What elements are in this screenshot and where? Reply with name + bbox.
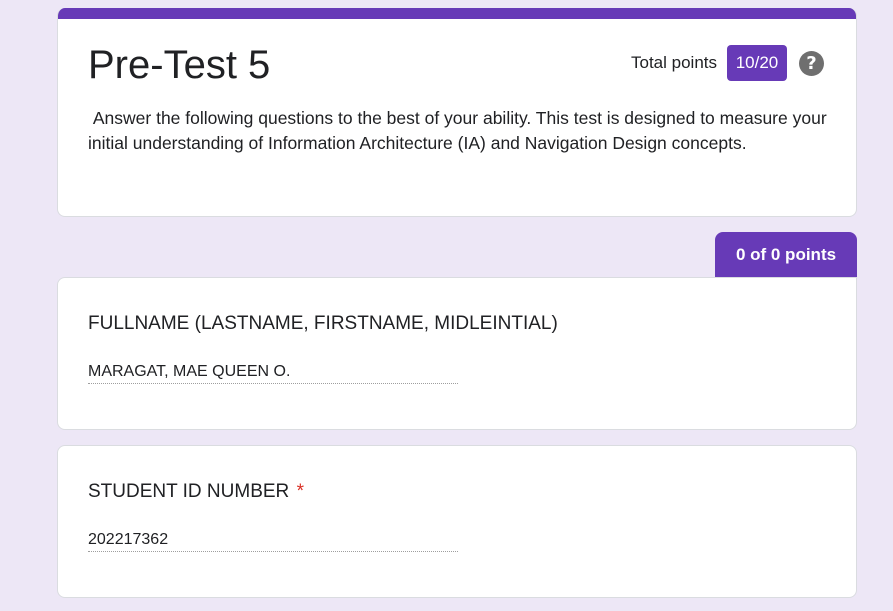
header-accent-bar [58, 8, 856, 19]
question-title: FULLNAME (LASTNAME, FIRSTNAME, MIDLEINTI… [88, 313, 558, 334]
answer-field-fullname: MARAGAT, MAE QUEEN O. [88, 361, 458, 384]
form-description: Answer the following questions to the be… [88, 108, 832, 153]
question-title: STUDENT ID NUMBER * [88, 481, 304, 503]
question-title-text: STUDENT ID NUMBER [88, 481, 290, 502]
question-card-fullname: FULLNAME (LASTNAME, FIRSTNAME, MIDLEINTI… [57, 277, 857, 430]
answer-field-student-id: 202217362 [88, 529, 458, 552]
total-points-label: Total points [631, 53, 717, 72]
score-badge: 10/20 [727, 45, 787, 81]
section-points-badge: 0 of 0 points [715, 232, 857, 277]
question-card-student-id: STUDENT ID NUMBER * 202217362 [57, 445, 857, 598]
help-icon[interactable]: ? [799, 50, 824, 76]
total-points: Total points 10/20 ? [631, 45, 824, 81]
form-title: Pre-Test 5 [88, 43, 271, 87]
form-header-card: Pre-Test 5 Total points 10/20 ? Answer t… [57, 8, 857, 217]
required-asterisk: * [296, 481, 304, 502]
